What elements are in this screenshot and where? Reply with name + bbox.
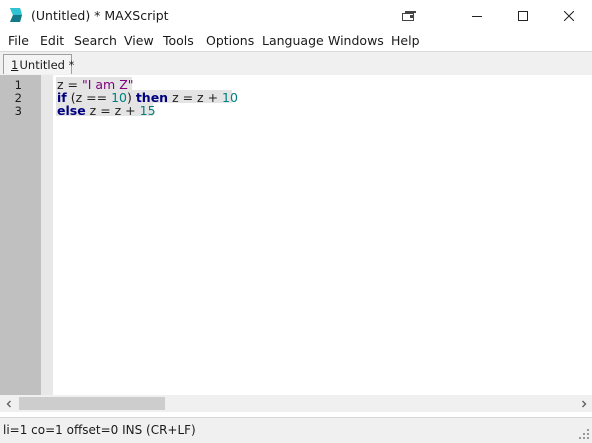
line-number-gutter: 1 2 3 [0,75,41,395]
line-number: 1 [14,78,22,92]
code-line[interactable]: else z = z + 15 [57,104,156,117]
code-editor[interactable]: 1 2 3 z = "I am Z" if (z == 10) then z =… [0,75,592,395]
menu-search[interactable]: Search [74,33,117,48]
horizontal-scrollbar[interactable] [0,395,592,412]
scroll-thumb[interactable] [19,397,165,410]
tab-label: 1 Untitled * [11,58,74,72]
maxscript-app-icon [10,8,22,22]
code-token: z = z + [85,103,140,118]
maximize-icon [518,10,528,21]
scroll-right-icon [581,400,586,407]
code-token: 15 [139,103,156,118]
close-icon [564,10,574,21]
menu-edit[interactable]: Edit [40,33,64,48]
scroll-left-icon [6,400,11,407]
window-title: (Untitled) * MAXScript [31,8,169,23]
resize-grip-icon[interactable] [578,428,590,440]
minimize-button[interactable] [454,0,500,31]
scroll-left-button[interactable] [0,395,17,412]
tab-number: 1 [11,58,19,72]
menu-bar: File Edit Search View Tools Options Lang… [0,31,592,50]
menu-options[interactable]: Options [206,33,254,48]
minimize-icon [472,15,482,17]
maximize-button[interactable] [500,0,546,31]
line-number: 2 [14,91,22,105]
menu-file[interactable]: File [8,33,29,48]
tab-title: Untitled * [19,58,75,72]
restore-button[interactable] [386,0,432,31]
fold-margin[interactable] [41,75,53,395]
restore-icon [402,10,416,21]
status-bar: li=1 co=1 offset=0 INS (CR+LF) [0,417,592,443]
line-number: 3 [14,104,22,118]
menu-help[interactable]: Help [391,33,420,48]
code-token: 10 [222,90,238,105]
close-button[interactable] [546,0,592,31]
tab-strip: 1 Untitled * [0,51,592,76]
status-text: li=1 co=1 offset=0 INS (CR+LF) [3,423,196,437]
menu-windows[interactable]: Windows [328,33,384,48]
scroll-right-button[interactable] [575,395,592,412]
code-token: else [57,103,86,118]
title-bar: (Untitled) * MAXScript [0,0,592,31]
tab-untitled[interactable]: 1 Untitled * [3,54,74,74]
menu-language[interactable]: Language [262,33,324,48]
code-token: z = z + [168,90,223,105]
menu-view[interactable]: View [124,33,154,48]
menu-tools[interactable]: Tools [163,33,194,48]
